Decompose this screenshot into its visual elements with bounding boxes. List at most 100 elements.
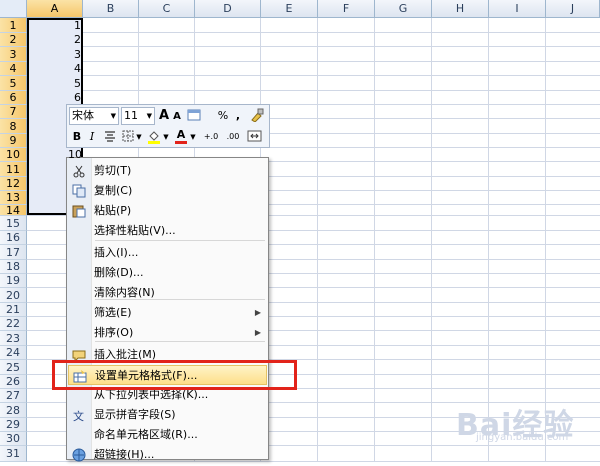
chevron-down-icon[interactable]: ▼ <box>135 129 143 145</box>
row-header-27[interactable]: 27 <box>0 389 27 403</box>
gridline <box>431 18 432 462</box>
menu-item-label: 删除(D)... <box>94 266 144 279</box>
row-header-2[interactable]: 2 <box>0 33 27 47</box>
menu-item-insert[interactable]: 插入(I)... <box>68 243 267 263</box>
row-header-31[interactable]: 31 <box>0 446 27 462</box>
format-painter-icon[interactable] <box>249 108 265 127</box>
column-header-a[interactable]: A <box>27 0 83 18</box>
cell-a5[interactable]: 5 <box>27 76 81 91</box>
row-header-22[interactable]: 22 <box>0 317 27 331</box>
menu-item-label: 复制(C) <box>94 184 133 197</box>
row-header-4[interactable]: 4 <box>0 62 27 76</box>
menu-item-label: 筛选(E) <box>94 306 132 319</box>
merge-center-icon[interactable] <box>247 129 263 148</box>
row-header-16[interactable]: 16 <box>0 231 27 245</box>
column-header-b[interactable]: B <box>83 0 139 18</box>
column-header-c[interactable]: C <box>139 0 195 18</box>
column-header-d[interactable]: D <box>195 0 261 18</box>
menu-item-cut[interactable]: 剪切(T) <box>68 161 267 181</box>
column-header-h[interactable]: H <box>432 0 489 18</box>
hyperlink-icon <box>72 448 86 462</box>
row-header-18[interactable]: 18 <box>0 260 27 274</box>
row-header-23[interactable]: 23 <box>0 331 27 346</box>
menu-item-show-phonetic[interactable]: 文显示拼音字段(S) <box>68 405 267 425</box>
column-header-e[interactable]: E <box>261 0 318 18</box>
gridline <box>317 18 318 462</box>
cell-a6[interactable]: 6 <box>27 91 81 105</box>
cell-a4[interactable]: 4 <box>27 62 81 76</box>
menu-item-paste[interactable]: 粘贴(P) <box>68 201 267 221</box>
copy-icon <box>72 184 86 198</box>
row-header-10[interactable]: 10 <box>0 148 27 162</box>
decrease-decimal-button[interactable]: .00 <box>223 129 243 145</box>
row-header-6[interactable]: 6 <box>0 91 27 105</box>
chevron-down-icon[interactable]: ▼ <box>162 129 170 145</box>
menu-item-paste-special[interactable]: 选择性粘贴(V)... <box>68 221 267 241</box>
row-header-7[interactable]: 7 <box>0 105 27 119</box>
row-header-12[interactable]: 12 <box>0 177 27 191</box>
svg-text:文: 文 <box>73 409 84 422</box>
row-header-14[interactable]: 14 <box>0 205 27 216</box>
font-name-box[interactable]: 宋体 ▼ <box>69 107 119 125</box>
row-header-26[interactable]: 26 <box>0 375 27 389</box>
percent-button[interactable]: % <box>217 108 229 124</box>
column-header-j[interactable]: J <box>546 0 600 18</box>
row-header-17[interactable]: 17 <box>0 245 27 260</box>
borders-icon[interactable] <box>121 129 135 148</box>
menu-separator <box>95 299 265 300</box>
menu-item-delete[interactable]: 删除(D)... <box>68 263 267 283</box>
cell-a2[interactable]: 2 <box>27 33 81 47</box>
submenu-arrow-icon: ▶ <box>254 328 261 337</box>
menu-item-label: 选择性粘贴(V)... <box>94 224 176 237</box>
row-header-15[interactable]: 15 <box>0 216 27 231</box>
font-name-value: 宋体 <box>72 109 94 122</box>
comma-button[interactable]: , <box>233 108 243 124</box>
row-header-3[interactable]: 3 <box>0 47 27 62</box>
select-all-corner[interactable] <box>0 0 27 18</box>
row-header-20[interactable]: 20 <box>0 288 27 303</box>
column-header-i[interactable]: I <box>489 0 546 18</box>
format-painter-table-icon[interactable] <box>187 108 203 127</box>
menu-separator <box>95 240 265 241</box>
row-header-25[interactable]: 25 <box>0 360 27 375</box>
row-header-30[interactable]: 30 <box>0 432 27 446</box>
row-header-21[interactable]: 21 <box>0 303 27 317</box>
row-header-1[interactable]: 1 <box>0 18 27 33</box>
center-align-icon[interactable] <box>103 129 117 148</box>
cell-a1[interactable]: 1 <box>27 18 81 33</box>
row-header-11[interactable]: 11 <box>0 162 27 177</box>
fill-color-icon[interactable] <box>147 129 161 150</box>
row-header-8[interactable]: 8 <box>0 119 27 134</box>
column-header-g[interactable]: G <box>375 0 432 18</box>
row-header-5[interactable]: 5 <box>0 76 27 91</box>
menu-item-hyperlink[interactable]: 超链接(H)... <box>68 445 267 465</box>
font-size-box[interactable]: 11 ▼ <box>121 107 155 125</box>
font-color-button[interactable]: A <box>175 127 187 144</box>
gridline <box>27 61 600 62</box>
row-header-19[interactable]: 19 <box>0 274 27 288</box>
scissors-icon <box>72 164 86 178</box>
row-header-24[interactable]: 24 <box>0 346 27 360</box>
row-header-29[interactable]: 29 <box>0 418 27 432</box>
chevron-down-icon[interactable]: ▼ <box>189 129 197 145</box>
increase-decimal-button[interactable]: +.0 <box>201 129 221 145</box>
menu-item-filter[interactable]: 筛选(E) ▶ <box>68 303 267 323</box>
menu-item-copy[interactable]: 复制(C) <box>68 181 267 201</box>
mini-toolbar: 宋体 ▼ 11 ▼ A A % , B I ▼ ▼ A ▼ +.0 .00 <box>66 104 270 148</box>
cell-a10[interactable]: 10 <box>68 148 98 162</box>
row-header-9[interactable]: 9 <box>0 134 27 148</box>
menu-item-define-name[interactable]: 命名单元格区域(R)... <box>68 425 267 445</box>
row-header-13[interactable]: 13 <box>0 191 27 205</box>
menu-item-label: 命名单元格区域(R)... <box>94 428 198 441</box>
menu-item-sort[interactable]: 排序(O) ▶ <box>68 323 267 343</box>
column-header-f[interactable]: F <box>318 0 375 18</box>
menu-item-label: 插入(I)... <box>94 246 139 259</box>
italic-button[interactable]: I <box>87 129 97 145</box>
row-header-28[interactable]: 28 <box>0 403 27 418</box>
menu-item-clear-contents[interactable]: 清除内容(N) <box>68 283 267 303</box>
bold-button[interactable]: B <box>71 129 83 145</box>
gridline <box>27 46 600 47</box>
grow-font-button[interactable]: A <box>158 108 170 124</box>
shrink-font-button[interactable]: A <box>172 109 182 125</box>
cell-a3[interactable]: 3 <box>27 47 81 62</box>
